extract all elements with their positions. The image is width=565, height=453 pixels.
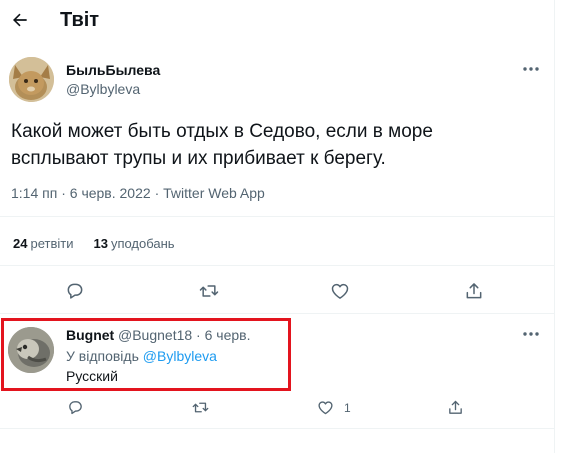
tweet-more-button[interactable] [520, 62, 542, 76]
heart-icon [331, 283, 349, 299]
retweets-label: ретвіти [30, 236, 74, 251]
likes-stat[interactable]: 13 уподобань [93, 236, 174, 251]
arrow-left-icon [13, 13, 27, 27]
tweet-stats: 24 ретвіти 13 уподобань [13, 236, 175, 251]
comment-icon [67, 283, 83, 299]
tweet-source[interactable]: Twitter Web App [163, 185, 265, 201]
reply-like-button[interactable] [313, 395, 337, 419]
share-button[interactable] [462, 279, 486, 303]
divider [0, 428, 554, 429]
reply-reply-button[interactable] [63, 395, 87, 419]
more-horizontal-icon [523, 332, 539, 336]
reply-button[interactable] [63, 279, 87, 303]
divider [0, 216, 554, 217]
retweet-button[interactable] [197, 279, 221, 303]
share-icon [466, 283, 482, 299]
meta-separator: · [61, 185, 66, 201]
retweets-stat[interactable]: 24 ретвіти [13, 236, 73, 251]
meta-separator: · [154, 185, 160, 201]
reply-like-count: 1 [344, 401, 351, 415]
likes-label: уподобань [110, 236, 175, 251]
heart-icon [317, 400, 333, 414]
tweet-date[interactable]: 6 черв. 2022 [70, 185, 151, 201]
retweet-icon [192, 402, 208, 412]
page-title: Твіт [60, 9, 100, 31]
highlight-box [1, 318, 291, 391]
retweet-icon [199, 285, 219, 297]
author-handle[interactable]: @Bylbyleva [66, 81, 140, 97]
likes-count: 13 [93, 236, 108, 251]
column-border [554, 0, 555, 453]
like-button[interactable] [328, 279, 352, 303]
reply-retweet-button[interactable] [188, 395, 212, 419]
retweets-count: 24 [13, 236, 28, 251]
reply-share-button[interactable] [443, 395, 467, 419]
divider [0, 313, 554, 314]
author-name[interactable]: БыльБылева [66, 62, 160, 78]
tweet-time[interactable]: 1:14 пп [11, 185, 57, 201]
divider [0, 265, 554, 266]
share-icon [448, 400, 462, 414]
back-button[interactable] [8, 8, 32, 32]
tweet-meta: 1:14 пп · 6 черв. 2022 · Twitter Web App [11, 185, 265, 201]
reply-more-button[interactable] [520, 327, 542, 341]
more-horizontal-icon [523, 67, 539, 71]
avatar[interactable] [9, 57, 54, 102]
tweet-text: Какой может быть отдых в Седово, если в … [11, 121, 433, 169]
comment-icon [68, 400, 82, 414]
